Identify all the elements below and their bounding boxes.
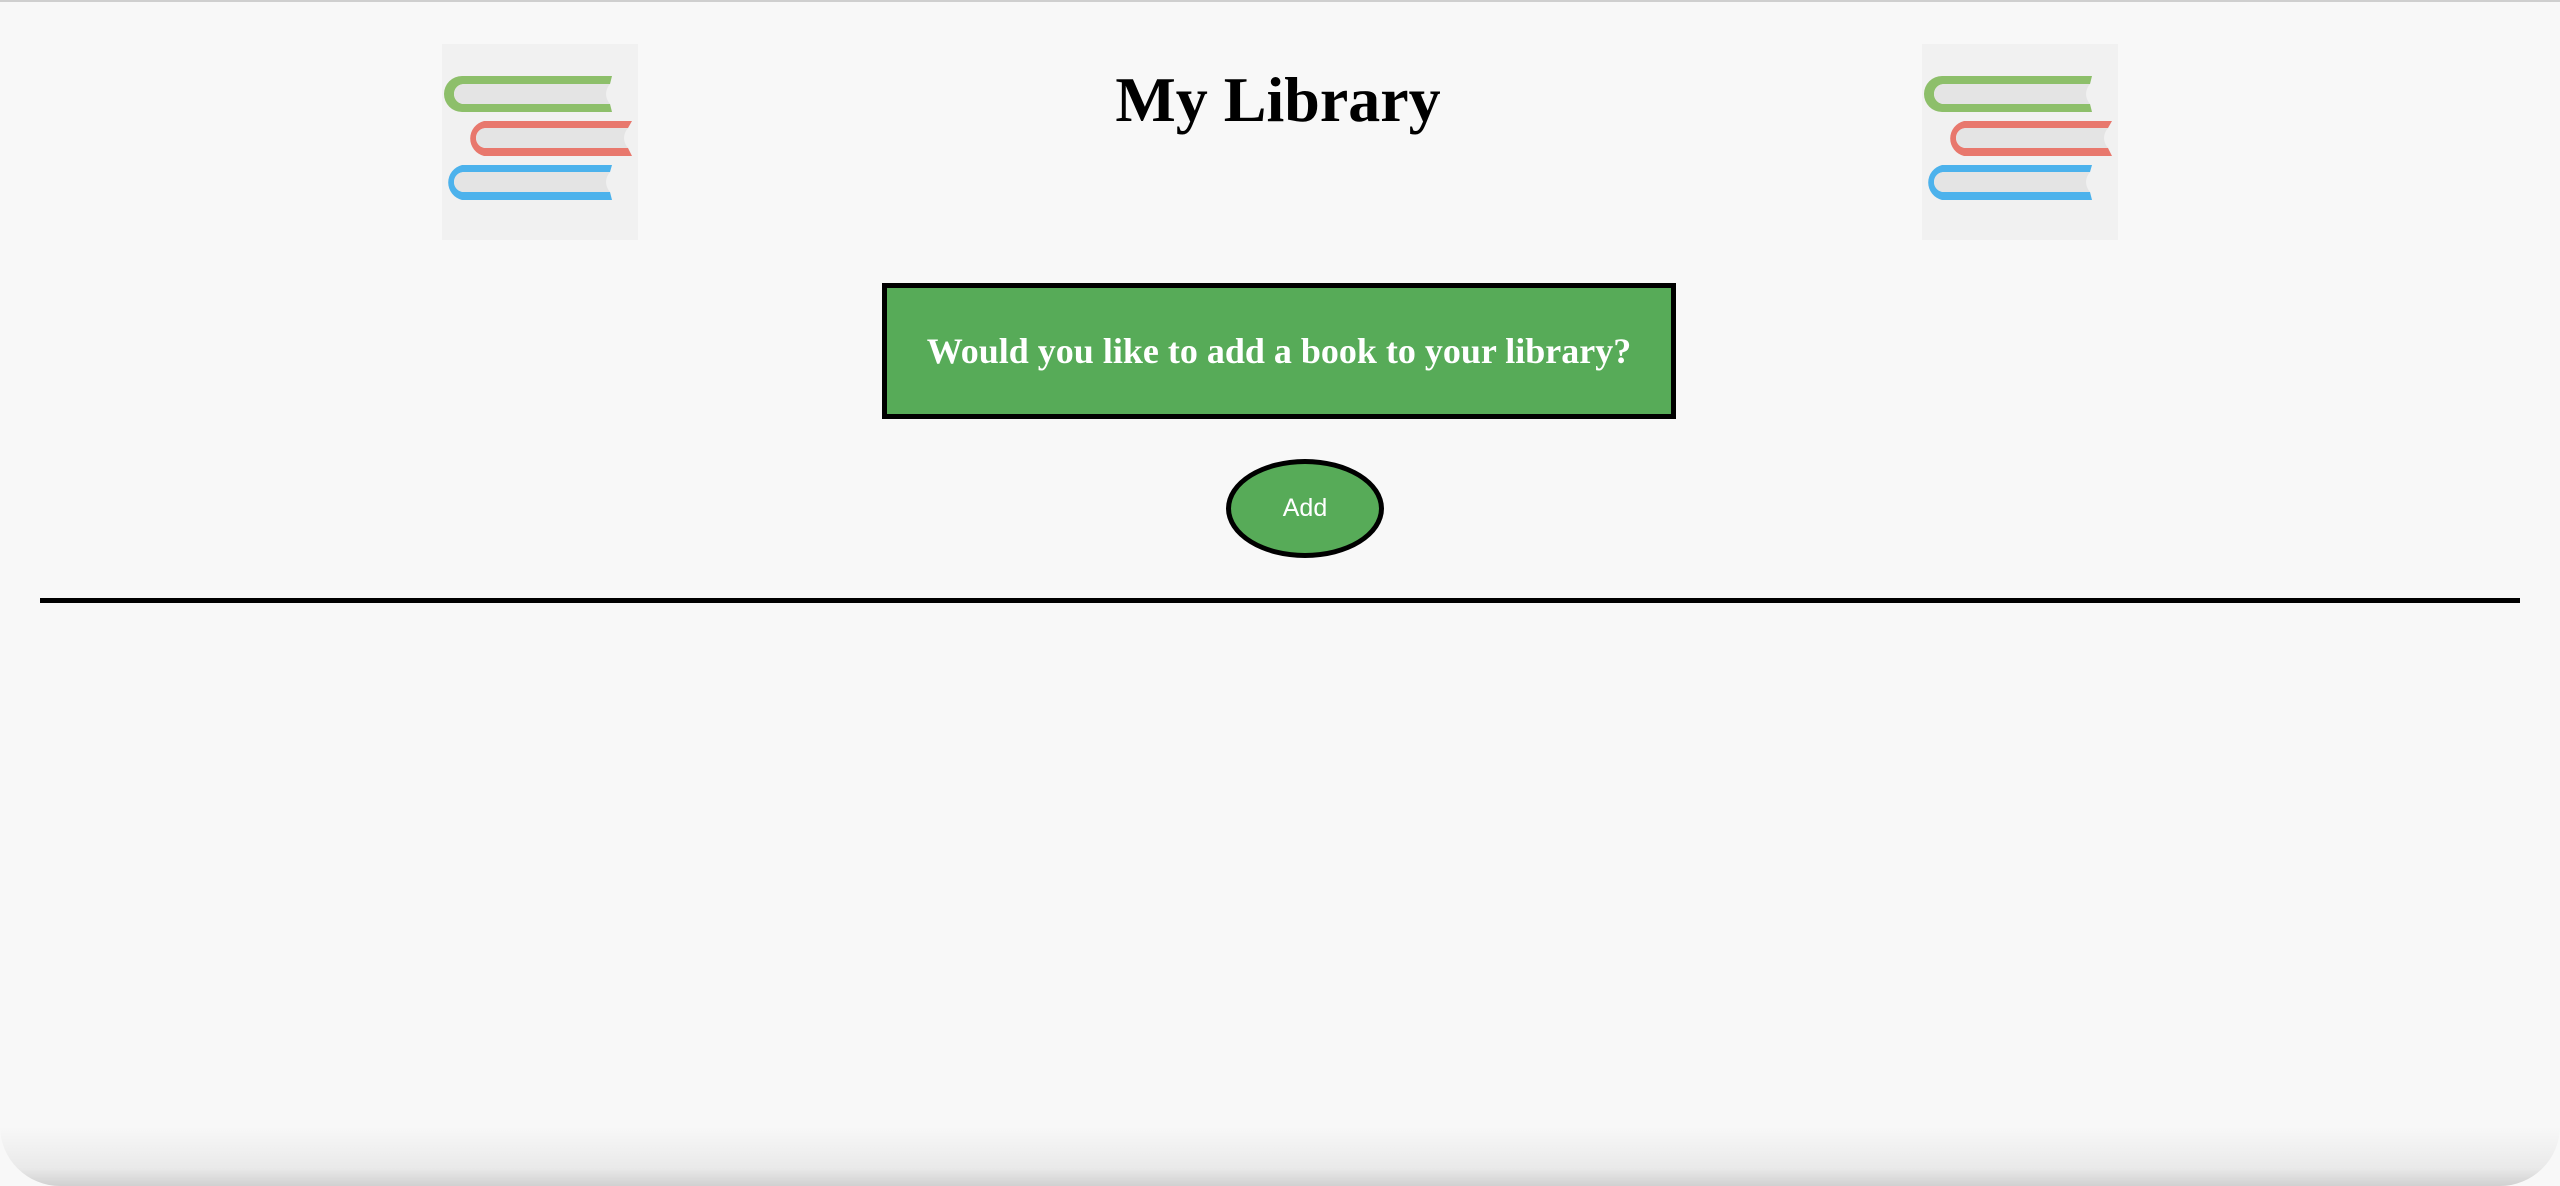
- stacked-books-icon: [1922, 44, 2118, 240]
- window-bottom-shadow: [0, 1126, 2560, 1186]
- add-book-prompt-text: Would you like to add a book to your lib…: [926, 331, 1632, 371]
- window-top-edge: [0, 0, 2560, 2]
- books-image-right: [1922, 44, 2118, 240]
- page-title: My Library: [1115, 64, 1441, 135]
- section-divider: [40, 598, 2520, 603]
- add-book-button[interactable]: Add: [1226, 459, 1384, 558]
- add-book-prompt: Would you like to add a book to your lib…: [882, 283, 1676, 419]
